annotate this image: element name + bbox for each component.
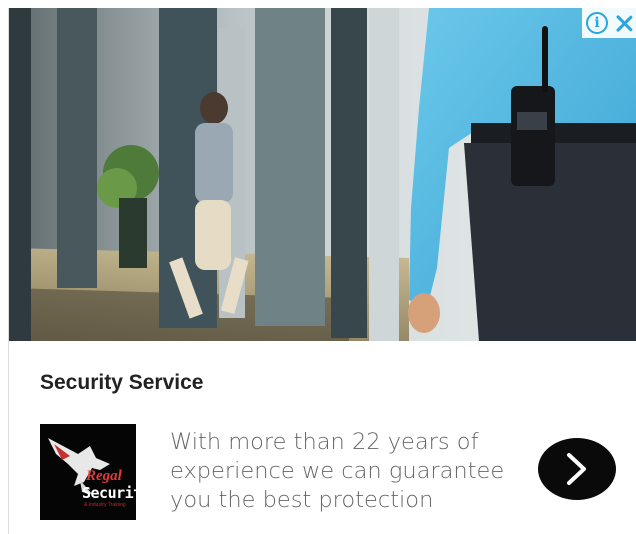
chevron-right-icon [567,453,586,485]
logo-brand-line-3: & Industry Training [84,502,126,508]
logo-brand-line-2: Security [82,484,136,502]
hero-image[interactable] [9,8,636,341]
info-icon[interactable]: i [586,12,608,34]
advertiser-logo[interactable]: Regal Security & Industry Training [40,424,136,520]
ad-unit[interactable]: i Security Service Regal Security & Indu… [0,0,636,534]
adchoices-bar: i [582,8,636,38]
ad-description[interactable]: With more than 22 years of experience we… [170,428,510,515]
ad-headline[interactable]: Security Service [40,371,203,395]
cta-button[interactable] [538,438,616,500]
close-icon[interactable] [614,12,634,34]
logo-brand-line-1: Regal [86,468,122,484]
